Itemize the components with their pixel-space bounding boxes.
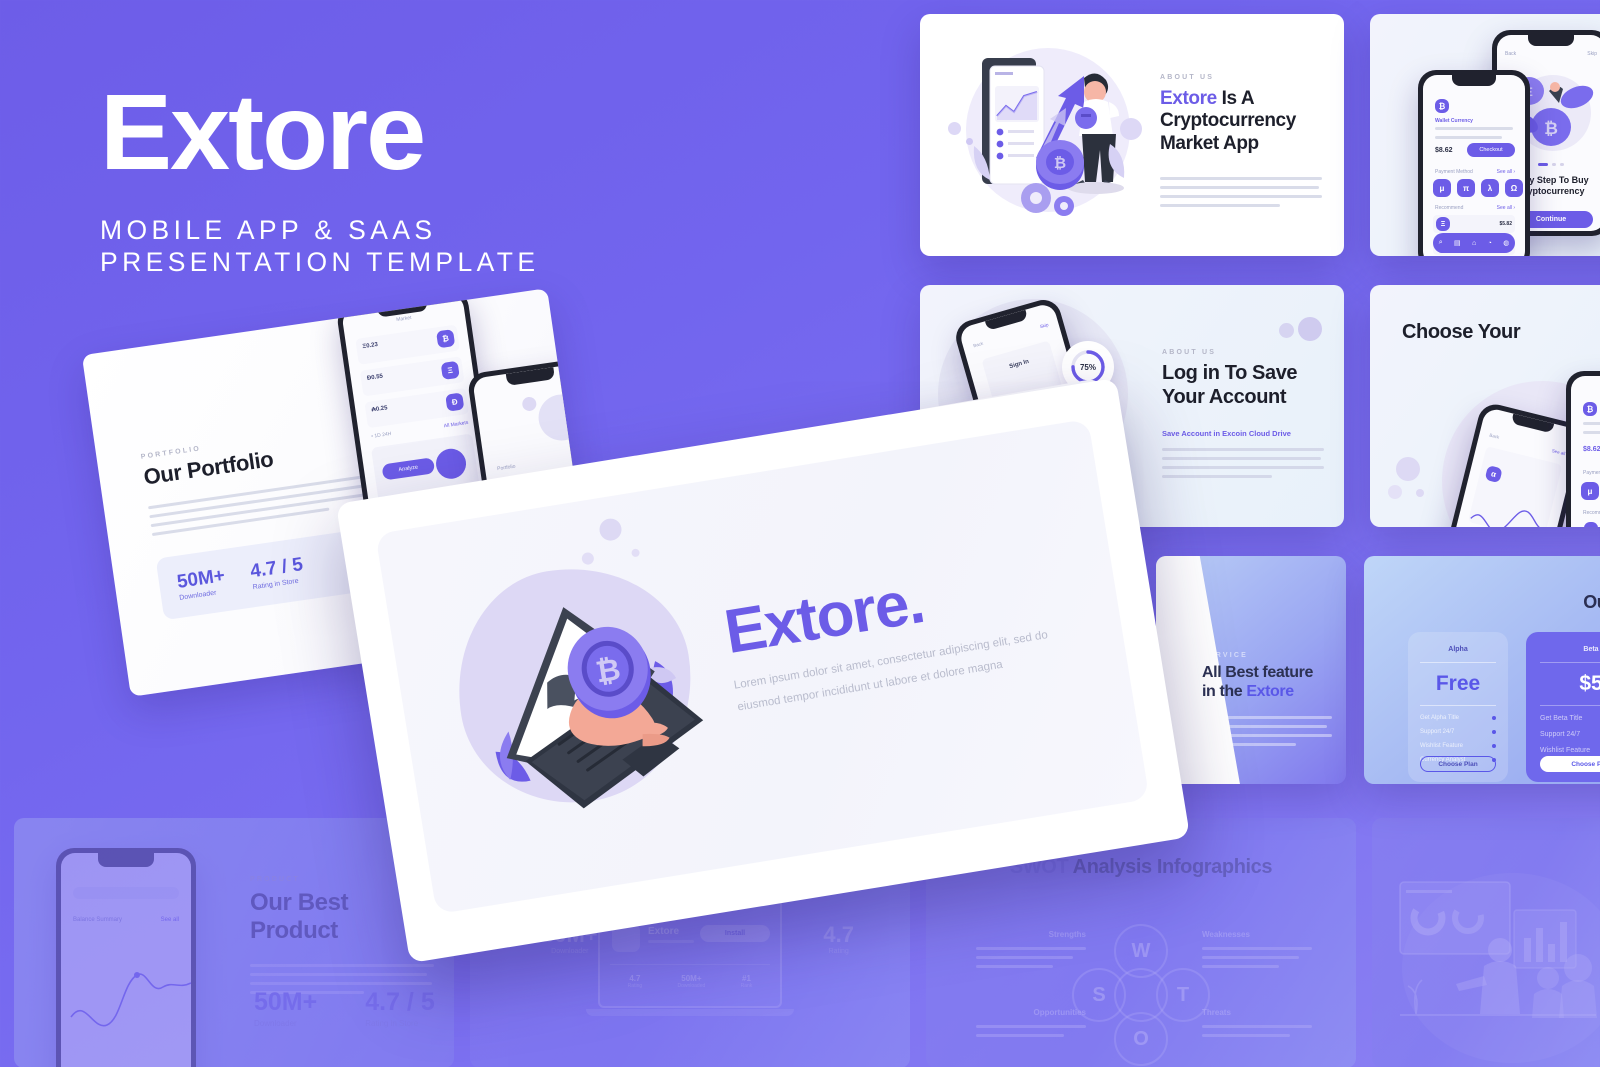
plan-price: $5 [1579, 672, 1600, 695]
title-rest: Is A [1216, 88, 1255, 109]
laptop-illustration: ₿ [434, 544, 721, 831]
title-line2: Your Account [1162, 385, 1287, 408]
plan-feature: Support 24/7 [1540, 731, 1581, 738]
plan-name: Beta [1583, 646, 1599, 653]
swot-node-letter: W [1131, 939, 1151, 962]
stat-block: 50M+ Downloader [254, 988, 318, 1028]
phone-see-all-link[interactable]: See all [161, 917, 179, 923]
laptop-metric: #1 Rank [740, 974, 753, 989]
team-presentation-icon [1399, 881, 1597, 1018]
plan-feature: Get Alpha Title [1420, 715, 1460, 721]
tab-icon-chart: ◔ [1487, 239, 1492, 247]
slide-eyebrow: Service [1202, 652, 1249, 659]
slide-about-us[interactable]: ₿ About Us Extore Is A Cryptocurrency Ma… [920, 14, 1344, 256]
plan-feature: Wishlist Feature [1420, 743, 1464, 749]
title-line3: Market App [1160, 132, 1259, 154]
slide-eyebrow: About Us [1160, 74, 1215, 81]
stat-block: 50M+ Downloader [175, 565, 227, 602]
title-line2-accent: Extore [1246, 682, 1294, 700]
decor-dot [597, 516, 624, 543]
title-accent: Extore [1160, 88, 1217, 109]
person-phone-chart-icon: ₿ [973, 58, 1125, 216]
swot-label-threats: Threats [1202, 1008, 1231, 1017]
phone-mockup-right: ₿ $8.62 Payment Method μ π Recommend α β [1566, 371, 1600, 527]
svg-text:₿: ₿ [1544, 119, 1558, 138]
nav-skip-label[interactable]: Skip [1587, 51, 1597, 57]
plan-price: Free [1435, 672, 1481, 695]
line-chart-icon [70, 972, 191, 1027]
decor-dot [1279, 323, 1294, 338]
title-line2: Cryptocurrency [1160, 110, 1296, 132]
stat-block: 4.7 / 5 Rating in Store [248, 554, 305, 592]
plan-name: Alpha [1448, 646, 1468, 653]
slide-title: Choose Your [1402, 321, 1521, 343]
slide-title: Our Info [1583, 592, 1600, 612]
bottom-tab-bar[interactable]: ⌕ ▤ ⌂ ◔ ◍ [1433, 233, 1515, 253]
swot-label-weaknesses: Weaknesses [1202, 930, 1250, 939]
slide-our-info-pricing[interactable]: Pricing Our Info Alpha Free Get Alpha Ti… [1364, 556, 1600, 784]
svg-text:₿: ₿ [1054, 155, 1066, 172]
slide-easy-step-to-buy[interactable]: Back Skip Ξ ₿ Easy Step To Buy Cryptocur… [1370, 14, 1600, 256]
slide-presentation-illustration[interactable] [1372, 818, 1600, 1067]
swot-node-letter: O [1133, 1027, 1149, 1050]
nav-back-label[interactable]: Back [1505, 51, 1516, 57]
plan-feature: Support 24/7 [1420, 729, 1455, 735]
slide-eyebrow: About Us [1162, 349, 1217, 356]
swot-label-strengths: Strengths [1048, 930, 1086, 939]
app-name: Extore [648, 926, 680, 937]
hero-block: Extore MOBILE APP & SAAS PRESENTATION TE… [100, 78, 860, 279]
choose-plan-button[interactable]: Choose Plan [1540, 756, 1600, 772]
stat-block: 4.7 / 5 Rating in Store [365, 988, 435, 1028]
tab-icon-user: ◍ [1503, 240, 1510, 247]
choose-plan-button[interactable]: Choose Plan [1420, 756, 1496, 772]
decor-dot [1396, 457, 1420, 481]
decor-dot [1388, 485, 1402, 499]
checkout-button[interactable]: Checkout [1467, 143, 1515, 157]
swot-node-letter: T [1176, 983, 1190, 1006]
swot-title-rest: Analysis Infographics [1068, 856, 1273, 878]
decor-dot [1416, 489, 1424, 497]
tab-icon-wallet: ▤ [1453, 240, 1461, 247]
progress-label: 75% [1079, 362, 1096, 372]
title-line1: Log in To Save [1162, 362, 1298, 384]
title-line2-plain: in the [1202, 682, 1247, 700]
swot-label-opportunities: Opportunities [1033, 1008, 1086, 1017]
page-title: Extore [100, 71, 426, 192]
plan-feature: Get Beta Title [1540, 715, 1583, 722]
slide-subtitle: Save Account in Excoin Cloud Drive [1162, 429, 1291, 439]
laptop-metric: 4.7 Rating [627, 974, 643, 989]
install-button[interactable]: Install [700, 925, 770, 942]
pricing-card-alpha[interactable]: Alpha Free Get Alpha Title Support 24/7 … [1408, 632, 1508, 782]
svg-text:₿: ₿ [593, 653, 622, 689]
swot-center-circle [1114, 968, 1168, 1022]
stat-block: 4.7 Rating [823, 922, 854, 955]
plan-feature: Wishlist Feature [1540, 747, 1591, 754]
slide-choose-your[interactable]: Choose Your Back See all α ₿ $8.62 Payme… [1370, 285, 1600, 527]
phone-mockup: Balance Summary See all [56, 848, 196, 1067]
laptop-metric: 50M+ Downloaded [677, 974, 706, 989]
phone-mockup-front: ₿ Wallet Currency $8.62 Checkout Payment… [1418, 70, 1530, 256]
tab-icon-home: ⌂ [1471, 239, 1477, 247]
decor-dot [1298, 317, 1322, 341]
page-subtitle: MOBILE APP & SAAS PRESENTATION TEMPLATE [100, 215, 540, 278]
laptop-hand-bitcoin-icon: ₿ [495, 607, 704, 809]
slide-our-best-product[interactable]: Balance Summary See all Product Our Best… [14, 818, 454, 1067]
decor-dot [521, 396, 538, 412]
slide-all-best-feature[interactable]: Service All Best feature in the Extore [1156, 556, 1346, 784]
pricing-card-beta[interactable]: Beta $5 Get Beta Title Support 24/7 Wish… [1526, 632, 1600, 782]
tab-icon-search: ⌕ [1438, 239, 1443, 246]
decor-blob [535, 391, 588, 444]
title-line1: All Best feature [1202, 664, 1313, 681]
swot-node-letter: S [1092, 983, 1106, 1006]
